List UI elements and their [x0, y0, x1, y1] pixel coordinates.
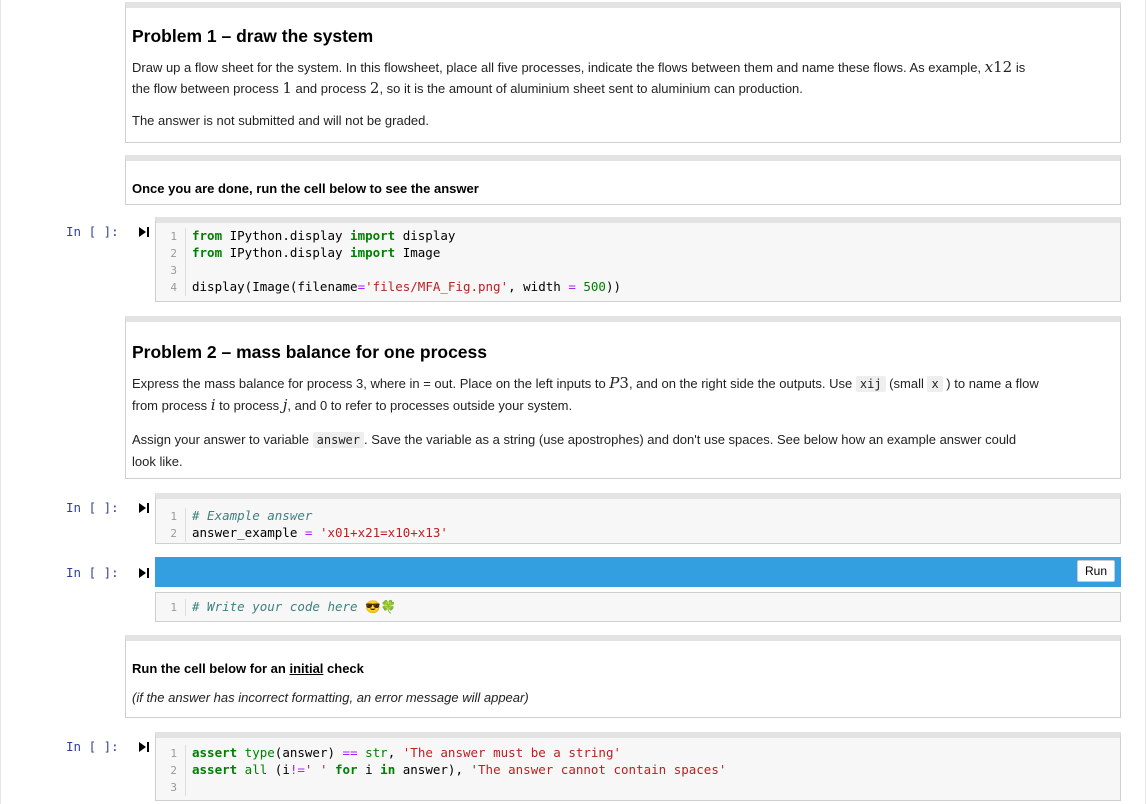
markdown-cell-done[interactable]: Once you are done, run the cell below to… — [125, 155, 1121, 205]
problem1-note: The answer is not submitted and will not… — [132, 113, 430, 128]
code-line: 1 # Example answer — [156, 507, 1120, 525]
check-note: (if the answer has incorrect formatting,… — [132, 690, 529, 705]
cell-prompt: In [ ]: — [66, 500, 119, 515]
code-line: 1 from IPython.display import display — [156, 227, 1120, 245]
markdown-cell-problem1[interactable]: Problem 1 – draw the system Draw up a fl… — [125, 2, 1121, 143]
cell-prompt: In [ ]: — [66, 565, 119, 580]
code-line: 1 # Write your code here 😎🍀 — [156, 598, 1120, 616]
cell-prompt: In [ ]: — [66, 739, 119, 754]
problem2-title: Problem 2 – mass balance for one process — [132, 342, 488, 362]
code-line: 3 — [156, 778, 1120, 796]
run-cell-icon[interactable] — [138, 741, 150, 753]
done-instruction: Once you are done, run the cell below to… — [132, 181, 479, 196]
markdown-cell-check[interactable]: Run the cell below for an initial check … — [125, 635, 1121, 718]
code-cell-answer-input[interactable]: 1 # Write your code here 😎🍀 — [155, 592, 1121, 622]
problem1-paragraph: Draw up a flow sheet for the system. In … — [132, 58, 1026, 97]
code-line: 2 answer_example = 'x01+x21=x10+x13' — [156, 524, 1120, 542]
run-cell-icon[interactable] — [138, 567, 150, 579]
code-line: 4 display(Image(filename='files/MFA_Fig.p… — [156, 278, 1120, 296]
code-cell-display-image[interactable]: 1 from IPython.display import display 2 fr… — [155, 217, 1121, 302]
run-cell-icon[interactable] — [138, 226, 150, 238]
code-line: 2 from IPython.display import Image — [156, 244, 1120, 262]
run-cell-icon[interactable] — [138, 502, 150, 514]
problem1-title: Problem 1 – draw the system — [132, 26, 374, 46]
code-line: 2 assert all (i!=' ' for i in answer), 'T… — [156, 761, 1120, 779]
cell-toolbar: Run — [155, 557, 1121, 587]
emoji-icons: 😎🍀 — [365, 599, 397, 614]
problem2-instructions: Assign your answer to variable answer. S… — [132, 432, 1017, 469]
problem2-paragraph: Express the mass balance for process 3, … — [132, 374, 1039, 414]
code-cell-check[interactable]: 1 assert type(answer) == str, 'The answer… — [155, 732, 1121, 801]
code-cell-example-answer[interactable]: 1 # Example answer 2 answer_example = 'x01… — [155, 493, 1121, 544]
run-button[interactable]: Run — [1076, 560, 1115, 582]
markdown-cell-problem2[interactable]: Problem 2 – mass balance for one process… — [125, 316, 1121, 479]
check-instruction: Run the cell below for an initial check — [132, 661, 364, 676]
code-line: 1 assert type(answer) == str, 'The answer… — [156, 744, 1120, 762]
code-line: 3 — [156, 261, 1120, 279]
cell-prompt: In [ ]: — [66, 224, 119, 239]
